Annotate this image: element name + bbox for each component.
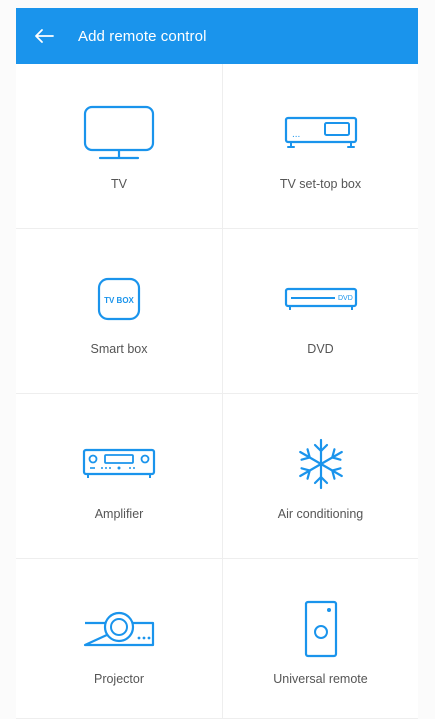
snowflake-icon [223,434,418,494]
dvd-player-icon: DVD [223,269,418,329]
device-projector[interactable]: Projector [16,559,223,719]
device-label: Air conditioning [277,507,364,521]
smart-box-icon: TV BOX [16,269,222,329]
device-dvd[interactable]: DVD DVD [223,229,418,394]
set-top-box-icon: ... [223,104,418,164]
device-tv[interactable]: TV [16,64,223,229]
device-label: DVD [307,342,334,356]
device-label: TV [111,177,127,191]
device-grid: TV ... TV set-top box TV BOX Smart box D… [16,64,418,719]
back-button[interactable] [22,8,66,64]
device-amplifier[interactable]: Amplifier [16,394,223,559]
device-label: Projector [93,672,145,686]
arrow-left-icon [34,28,54,44]
device-label: Smart box [90,342,148,356]
dvd-icon-text: DVD [338,295,353,302]
set-top-box-icon-text: ... [292,129,300,140]
device-air-conditioning[interactable]: Air conditioning [223,394,418,559]
remote-icon [223,599,418,659]
app-bar: Add remote control [16,8,418,64]
tv-icon [16,104,222,164]
device-smart-box[interactable]: TV BOX Smart box [16,229,223,394]
device-label: Amplifier [94,507,144,521]
device-set-top-box[interactable]: ... TV set-top box [223,64,418,229]
device-universal-remote[interactable]: Universal remote [223,559,418,719]
page-title: Add remote control [78,27,207,45]
device-label: Universal remote [273,672,368,686]
device-label: TV set-top box [279,177,362,191]
screen: Add remote control TV ... TV set-top box… [0,0,435,719]
projector-icon [16,599,222,659]
smart-box-icon-text: TV BOX [104,296,134,305]
amplifier-icon [16,434,222,494]
